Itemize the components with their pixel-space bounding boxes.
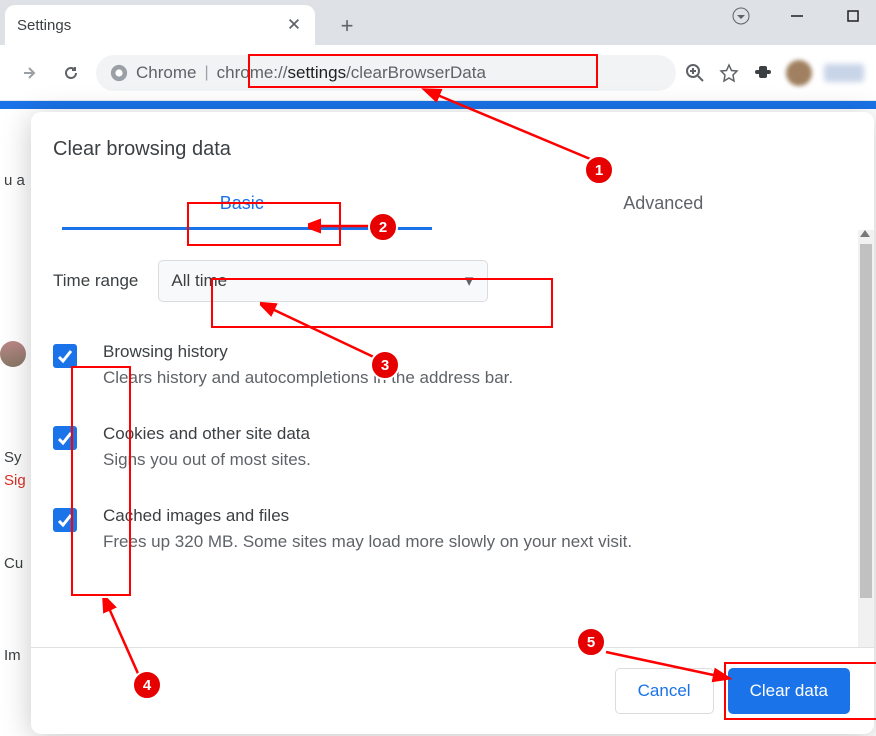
checkbox-cache[interactable] — [53, 508, 77, 532]
browser-toolbar: Chrome | chrome://settings/clearBrowserD… — [0, 45, 876, 101]
option-title: Cookies and other site data — [103, 424, 852, 444]
time-range-select[interactable]: All time ▾ — [158, 260, 488, 302]
back-icon[interactable] — [12, 56, 46, 90]
option-title: Browsing history — [103, 342, 852, 362]
time-range-value: All time — [171, 271, 227, 291]
cancel-button[interactable]: Cancel — [615, 668, 714, 714]
dialog-content: Time range All time ▾ Browsing history C… — [31, 230, 874, 647]
browser-tab[interactable]: Settings — [5, 5, 315, 45]
checkbox-browsing-history[interactable] — [53, 344, 77, 368]
zoom-icon[interactable] — [684, 62, 706, 84]
url-text: chrome://settings/clearBrowserData — [217, 63, 486, 83]
dropdown-icon[interactable] — [728, 5, 754, 27]
clear-data-button[interactable]: Clear data — [728, 668, 850, 714]
close-icon[interactable] — [287, 17, 303, 33]
annotation-callout-4: 4 — [132, 670, 162, 700]
option-desc: Frees up 320 MB. Some sites may load mor… — [103, 532, 852, 552]
reload-icon[interactable] — [54, 56, 88, 90]
option-cookies: Cookies and other site data Signs you ou… — [53, 424, 852, 470]
maximize-icon[interactable] — [840, 5, 866, 27]
caret-down-icon: ▾ — [465, 271, 474, 291]
annotation-callout-2: 2 — [368, 212, 398, 242]
checkbox-cookies[interactable] — [53, 426, 77, 450]
annotation-callout-3: 3 — [370, 350, 400, 380]
new-tab-button[interactable]: + — [333, 13, 361, 39]
option-desc: Signs you out of most sites. — [103, 450, 852, 470]
dialog-tabs: Basic Advanced — [31, 179, 874, 230]
annotation-callout-1: 1 — [584, 155, 614, 185]
option-title: Cached images and files — [103, 506, 852, 526]
extensions-icon[interactable] — [752, 62, 774, 84]
avatar[interactable] — [786, 60, 812, 86]
browser-titlebar: Settings + — [0, 0, 876, 45]
option-browsing-history: Browsing history Clears history and auto… — [53, 342, 852, 388]
clear-browsing-data-dialog: Clear browsing data Basic Advanced Time … — [31, 112, 874, 734]
annotation-callout-5: 5 — [576, 627, 606, 657]
url-label: Chrome — [136, 63, 196, 83]
chrome-icon — [110, 64, 128, 82]
tab-title: Settings — [17, 17, 287, 34]
time-range-label: Time range — [53, 271, 138, 291]
star-icon[interactable] — [718, 62, 740, 84]
address-bar[interactable]: Chrome | chrome://settings/clearBrowserD… — [96, 55, 676, 91]
option-desc: Clears history and autocompletions in th… — [103, 368, 852, 388]
blurred-area — [824, 64, 864, 82]
option-cache: Cached images and files Frees up 320 MB.… — [53, 506, 852, 552]
minimize-icon[interactable] — [784, 5, 810, 27]
scrollbar[interactable] — [858, 230, 874, 647]
tab-advanced[interactable]: Advanced — [453, 179, 875, 230]
dialog-title: Clear browsing data — [31, 112, 874, 179]
